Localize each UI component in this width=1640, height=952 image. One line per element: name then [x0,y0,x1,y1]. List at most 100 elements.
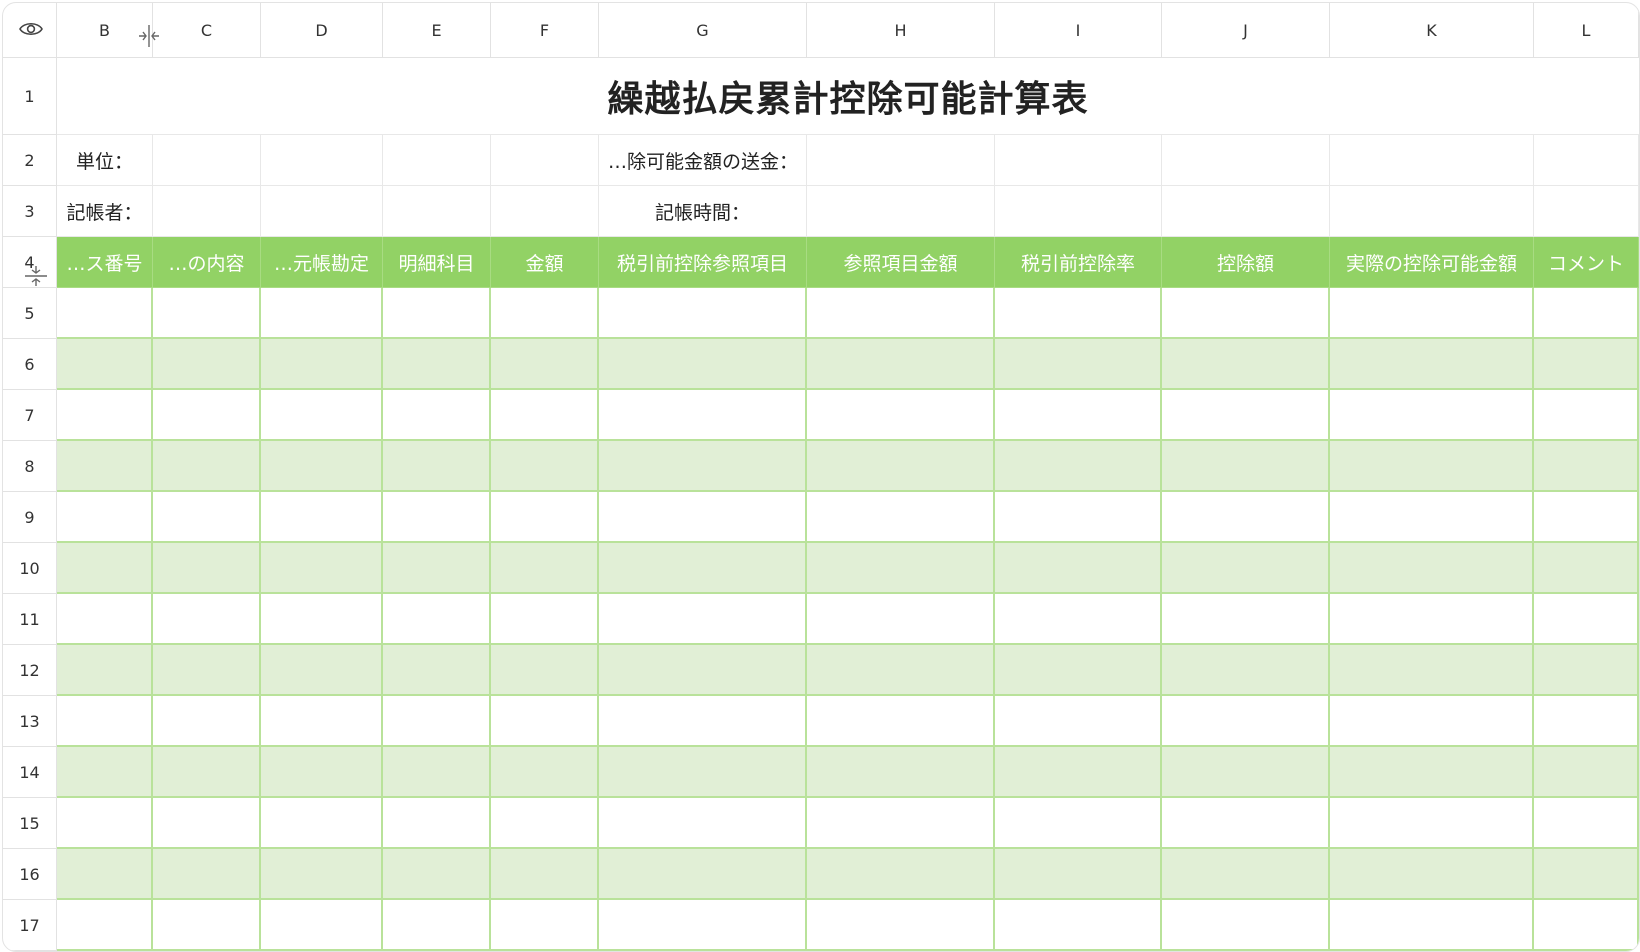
cell-F16[interactable] [491,849,599,900]
cell-I10[interactable] [995,543,1162,594]
table-header-E[interactable]: 明細科目 [383,237,491,288]
cell-H16[interactable] [807,849,995,900]
cell-K6[interactable] [1330,339,1534,390]
cell-G10[interactable] [599,543,807,594]
column-header-J[interactable]: J [1162,3,1330,58]
cell-F11[interactable] [491,594,599,645]
cell-J11[interactable] [1162,594,1330,645]
cell-L2[interactable] [1534,135,1639,186]
cell-J12[interactable] [1162,645,1330,696]
cell-H12[interactable] [807,645,995,696]
column-header-F[interactable]: F [491,3,599,58]
cell-B8[interactable] [57,441,153,492]
cell-F15[interactable] [491,798,599,849]
cell-I16[interactable] [995,849,1162,900]
row-header-9[interactable]: 9 [3,492,57,543]
cell-F17[interactable] [491,900,599,951]
sheet-title[interactable]: 繰越払戻累計控除可能計算表 [57,58,1639,135]
cell-F14[interactable] [491,747,599,798]
cell-L17[interactable] [1534,900,1639,951]
cell-E8[interactable] [383,441,491,492]
cell-J16[interactable] [1162,849,1330,900]
cell-K12[interactable] [1330,645,1534,696]
cell-H15[interactable] [807,798,995,849]
cell-K13[interactable] [1330,696,1534,747]
cell-L5[interactable] [1534,288,1639,339]
cell-J7[interactable] [1162,390,1330,441]
cell-L14[interactable] [1534,747,1639,798]
cell-E5[interactable] [383,288,491,339]
cell-C11[interactable] [153,594,261,645]
cell-C7[interactable] [153,390,261,441]
cell-L9[interactable] [1534,492,1639,543]
cell-H5[interactable] [807,288,995,339]
cell-B11[interactable] [57,594,153,645]
column-header-K[interactable]: K [1330,3,1534,58]
row-header-6[interactable]: 6 [3,339,57,390]
cell-I9[interactable] [995,492,1162,543]
cell-J10[interactable] [1162,543,1330,594]
cell-I12[interactable] [995,645,1162,696]
cell-D17[interactable] [261,900,383,951]
cell-K16[interactable] [1330,849,1534,900]
cell-C9[interactable] [153,492,261,543]
cell-G9[interactable] [599,492,807,543]
cell-J17[interactable] [1162,900,1330,951]
cell-D12[interactable] [261,645,383,696]
cell-D14[interactable] [261,747,383,798]
cell-J8[interactable] [1162,441,1330,492]
cell-K15[interactable] [1330,798,1534,849]
cell-F12[interactable] [491,645,599,696]
cell-I8[interactable] [995,441,1162,492]
cell-E17[interactable] [383,900,491,951]
row-header-15[interactable]: 15 [3,798,57,849]
cell-J6[interactable] [1162,339,1330,390]
cell-H11[interactable] [807,594,995,645]
cell-G15[interactable] [599,798,807,849]
row-header-3[interactable]: 3 [3,186,57,237]
cell-D7[interactable] [261,390,383,441]
cell-F3[interactable] [491,186,599,237]
cell-H17[interactable] [807,900,995,951]
cell-C3[interactable] [153,186,261,237]
cell-L13[interactable] [1534,696,1639,747]
table-header-L[interactable]: コメント [1534,237,1639,288]
cell-C5[interactable] [153,288,261,339]
cell-H2[interactable] [807,135,995,186]
cell-E15[interactable] [383,798,491,849]
cell-F6[interactable] [491,339,599,390]
cell-C6[interactable] [153,339,261,390]
cell-F9[interactable] [491,492,599,543]
table-header-J[interactable]: 控除額 [1162,237,1330,288]
cell-E16[interactable] [383,849,491,900]
cell-I7[interactable] [995,390,1162,441]
cell-K14[interactable] [1330,747,1534,798]
row-header-16[interactable]: 16 [3,849,57,900]
column-header-E[interactable]: E [383,3,491,58]
cell-C12[interactable] [153,645,261,696]
column-header-I[interactable]: I [995,3,1162,58]
cell-G6[interactable] [599,339,807,390]
cell-G7[interactable] [599,390,807,441]
cell-I14[interactable] [995,747,1162,798]
cell-E11[interactable] [383,594,491,645]
cell-J15[interactable] [1162,798,1330,849]
column-header-H[interactable]: H [807,3,995,58]
cell-D11[interactable] [261,594,383,645]
cell-B15[interactable] [57,798,153,849]
cell-F8[interactable] [491,441,599,492]
cell-B12[interactable] [57,645,153,696]
cell-C14[interactable] [153,747,261,798]
table-header-G[interactable]: 税引前控除参照項目 [599,237,807,288]
cell-H8[interactable] [807,441,995,492]
cell-L8[interactable] [1534,441,1639,492]
cell-G11[interactable] [599,594,807,645]
cell-G16[interactable] [599,849,807,900]
cell-B14[interactable] [57,747,153,798]
cell-B9[interactable] [57,492,153,543]
cell-G8[interactable] [599,441,807,492]
cell-C15[interactable] [153,798,261,849]
column-header-G[interactable]: G [599,3,807,58]
column-header-L[interactable]: L [1534,3,1639,58]
cell-F7[interactable] [491,390,599,441]
